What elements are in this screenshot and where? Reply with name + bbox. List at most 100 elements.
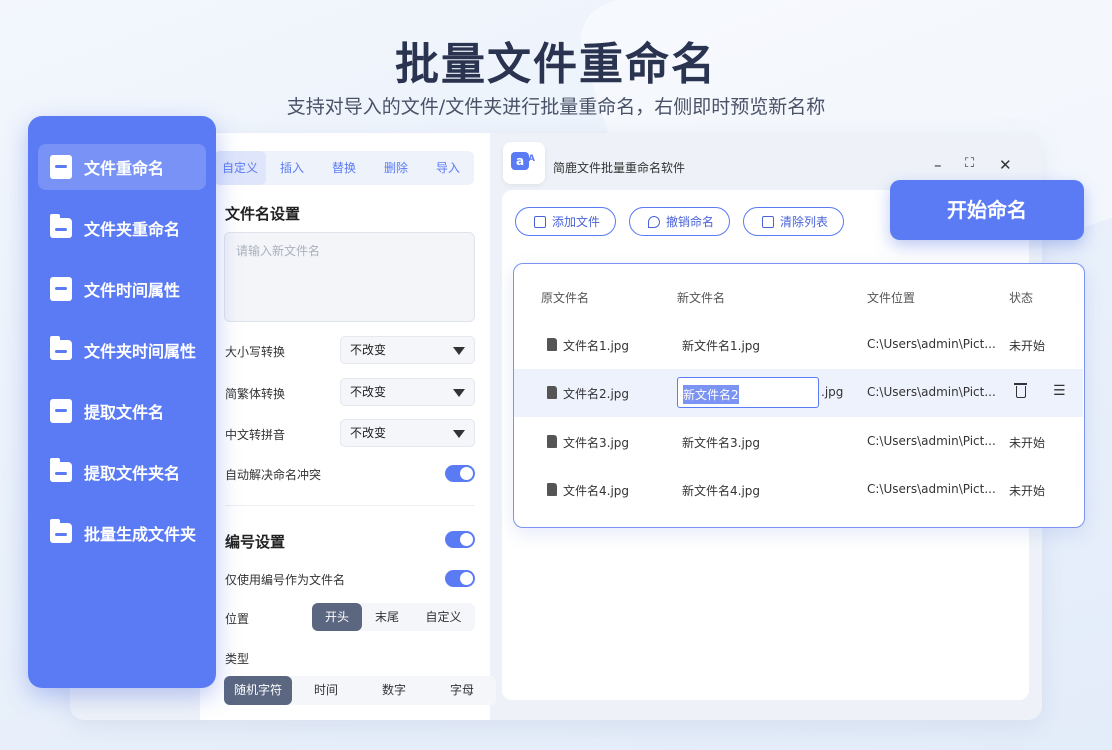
extension: .jpg	[821, 385, 844, 399]
new-name: 新文件名4.jpg	[682, 484, 761, 498]
sidebar-item-label: 文件夹重命名	[84, 220, 181, 239]
sidebar-item-file-time[interactable]: 文件时间属性	[38, 266, 206, 312]
table-row[interactable]: 文件名4.jpg 新文件名4.jpg C:\Users\admin\Pict..…	[514, 466, 1083, 514]
header-location: 文件位置	[867, 291, 916, 305]
traditional-select[interactable]: 不改变	[340, 378, 475, 406]
file-location: C:\Users\admin\Pict...	[867, 482, 996, 496]
sidebar-item-label: 文件时间属性	[84, 281, 181, 300]
original-name: 文件名3.jpg	[563, 436, 630, 450]
tab-custom[interactable]: 自定义	[214, 151, 266, 185]
table-row-selected[interactable]: 文件名2.jpg 新文件名2 .jpg C:\Users\admin\Pict.…	[514, 369, 1083, 417]
new-filename-input[interactable]: 请输入新文件名	[224, 232, 475, 322]
pinyin-label: 中文转拼音	[225, 428, 286, 442]
divider	[225, 505, 475, 506]
type-number[interactable]: 数字	[360, 676, 428, 705]
add-file-label: 添加文件	[552, 215, 601, 229]
type-letter[interactable]: 字母	[428, 676, 496, 705]
tab-insert[interactable]: 插入	[266, 151, 318, 185]
pinyin-select-value: 不改变	[350, 426, 387, 440]
sidebar-item-folder-time[interactable]: 文件夹时间属性	[38, 327, 206, 373]
only-number-label: 仅使用编号作为文件名	[225, 573, 346, 587]
position-label: 位置	[225, 612, 250, 626]
type-random[interactable]: 随机字符	[224, 676, 292, 705]
app-logo-letter: a	[511, 152, 529, 170]
file-icon	[547, 386, 557, 399]
file-table: 原文件名 新文件名 文件位置 状态 文件名1.jpg 新文件名1.jpg C:\…	[513, 263, 1085, 528]
sidebar-item-label: 提取文件夹名	[84, 464, 181, 483]
numbering-settings-title: 编号设置	[225, 533, 286, 551]
table-row[interactable]: 文件名1.jpg 新文件名1.jpg C:\Users\admin\Pict..…	[514, 321, 1083, 369]
type-time[interactable]: 时间	[292, 676, 360, 705]
file-location: C:\Users\admin\Pict...	[867, 337, 996, 351]
conflict-toggle[interactable]	[445, 465, 475, 482]
position-start[interactable]: 开头	[312, 603, 362, 631]
sidebar-item-file-rename[interactable]: 文件重命名	[38, 144, 206, 190]
header-new-name: 新文件名	[677, 291, 726, 305]
sidebar-item-extract-folder[interactable]: 提取文件夹名	[38, 449, 206, 495]
start-rename-button[interactable]: 开始命名	[890, 180, 1084, 240]
file-time-icon	[50, 277, 72, 301]
file-icon	[547, 338, 557, 351]
tab-import[interactable]: 导入	[422, 151, 474, 185]
sort-icon[interactable]: ☰	[1053, 383, 1066, 399]
file-rename-icon	[50, 155, 72, 179]
case-select-value: 不改变	[350, 343, 387, 357]
hero-title: 批量文件重命名	[395, 39, 717, 90]
sidebar-item-create-folder[interactable]: 批量生成文件夹	[38, 510, 206, 556]
add-file-icon	[534, 215, 546, 228]
type-segment: 随机字符 时间 数字 字母	[224, 676, 496, 705]
sidebar-item-label: 文件重命名	[84, 159, 165, 178]
pinyin-select[interactable]: 不改变	[340, 419, 475, 447]
only-number-toggle[interactable]	[445, 570, 475, 587]
tab-replace[interactable]: 替换	[318, 151, 370, 185]
case-label: 大小写转换	[225, 345, 286, 359]
position-end[interactable]: 末尾	[362, 603, 412, 631]
tab-delete[interactable]: 删除	[370, 151, 422, 185]
position-custom[interactable]: 自定义	[412, 603, 475, 631]
maximize-icon[interactable]: ⛶	[965, 156, 974, 171]
file-location: C:\Users\admin\Pict...	[867, 385, 996, 399]
caret-down-icon	[453, 347, 465, 355]
new-name: 新文件名1.jpg	[682, 339, 761, 353]
status: 未开始	[1009, 436, 1046, 450]
sidebar-item-folder-rename[interactable]: 文件夹重命名	[38, 205, 206, 251]
position-segment: 开头 末尾 自定义	[312, 603, 475, 631]
undo-rename-button[interactable]: 撤销命名	[629, 207, 730, 236]
case-select[interactable]: 不改变	[340, 336, 475, 364]
traditional-select-value: 不改变	[350, 385, 387, 399]
close-icon[interactable]: ✕	[999, 156, 1012, 174]
original-name: 文件名2.jpg	[563, 387, 630, 401]
undo-icon	[648, 215, 660, 228]
folder-time-icon	[50, 336, 72, 360]
type-label: 类型	[225, 652, 250, 666]
settings-panel: 自定义 插入 替换 删除 导入 文件名设置 请输入新文件名 大小写转换 不改变 …	[200, 133, 496, 720]
mode-tabs: 自定义 插入 替换 删除 导入	[214, 151, 474, 185]
add-file-button[interactable]: 添加文件	[515, 207, 616, 236]
traditional-label: 简繁体转换	[225, 387, 286, 401]
new-name-edit-input[interactable]: 新文件名2	[677, 377, 819, 408]
status: 未开始	[1009, 339, 1046, 353]
clear-list-label: 清除列表	[780, 215, 829, 229]
minimize-icon[interactable]: –	[934, 156, 942, 174]
extract-file-icon	[50, 399, 72, 423]
file-location: C:\Users\admin\Pict...	[867, 434, 996, 448]
sidebar-item-label: 提取文件名	[84, 403, 165, 422]
trash-icon[interactable]	[1014, 383, 1027, 398]
hero-subtitle: 支持对导入的文件/文件夹进行批量重命名，右侧即时预览新名称	[286, 96, 826, 118]
conflict-label: 自动解决命名冲突	[225, 468, 322, 482]
table-row[interactable]: 文件名3.jpg 新文件名3.jpg C:\Users\admin\Pict..…	[514, 418, 1083, 466]
sidebar-item-extract-file[interactable]: 提取文件名	[38, 388, 206, 434]
app-logo-sub: A	[528, 154, 535, 164]
header-status: 状态	[1009, 291, 1034, 305]
caret-down-icon	[453, 389, 465, 397]
original-name: 文件名4.jpg	[563, 484, 630, 498]
numbering-toggle[interactable]	[445, 531, 475, 548]
sidebar-item-label: 批量生成文件夹	[84, 525, 197, 544]
header-original-name: 原文件名	[541, 291, 590, 305]
sidebar-nav: 文件重命名 文件夹重命名 文件时间属性 文件夹时间属性 提取文件名 提取文件夹名…	[28, 116, 216, 688]
new-name: 新文件名3.jpg	[682, 436, 761, 450]
file-icon	[547, 435, 557, 448]
clear-list-button[interactable]: 清除列表	[743, 207, 844, 236]
clear-list-icon	[762, 215, 774, 228]
sidebar-item-label: 文件夹时间属性	[84, 342, 197, 361]
